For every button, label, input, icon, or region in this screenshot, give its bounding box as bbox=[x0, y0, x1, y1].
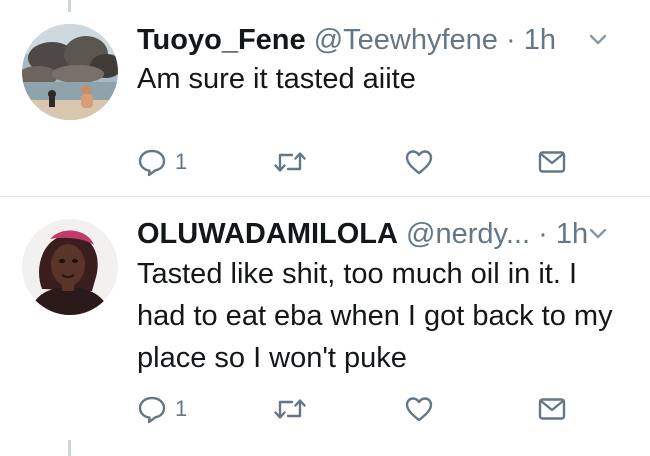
avatar[interactable] bbox=[22, 219, 118, 315]
reply-button[interactable]: 1 bbox=[137, 142, 187, 182]
tweet[interactable]: Tuoyo_Fene @Teewhyfene · 1h Am sure it t… bbox=[0, 0, 650, 196]
retweet-button[interactable] bbox=[274, 142, 306, 182]
avatar-photo-rocks-beach-icon bbox=[22, 24, 118, 120]
timestamp[interactable]: 1h bbox=[524, 24, 556, 56]
tweet-header: Tuoyo_Fene @Teewhyfene · 1h bbox=[137, 22, 630, 58]
display-name[interactable]: Tuoyo_Fene bbox=[137, 24, 306, 56]
heart-icon bbox=[405, 397, 433, 422]
heart-icon bbox=[405, 150, 433, 175]
reply-count: 1 bbox=[175, 149, 188, 174]
timestamp[interactable]: 1h bbox=[556, 218, 588, 250]
direct-message-button[interactable] bbox=[538, 389, 566, 429]
like-button[interactable] bbox=[404, 389, 434, 429]
envelope-icon bbox=[538, 151, 566, 173]
avatar[interactable] bbox=[22, 24, 118, 120]
reply-icon bbox=[138, 149, 166, 177]
retweet-icon bbox=[274, 152, 306, 172]
like-button[interactable] bbox=[404, 142, 434, 182]
chevron-down-icon[interactable] bbox=[588, 224, 608, 244]
separator-dot: · bbox=[506, 24, 516, 56]
tweet-actions: 1 bbox=[0, 389, 650, 429]
direct-message-button[interactable] bbox=[538, 142, 566, 182]
reply-icon bbox=[138, 396, 166, 424]
chevron-down-icon[interactable] bbox=[588, 30, 608, 50]
user-handle[interactable]: @Teewhyfene bbox=[314, 24, 498, 56]
tweet-header: OLUWADAMILOLA @nerdy... · 1h bbox=[137, 216, 630, 252]
retweet-icon bbox=[274, 399, 306, 419]
reply-button[interactable]: 1 bbox=[137, 389, 187, 429]
display-name[interactable]: OLUWADAMILOLA bbox=[137, 218, 398, 250]
tweet-actions: 1 bbox=[0, 142, 650, 182]
tweet-text: Tasted like shit, too much oil in it. I … bbox=[137, 258, 613, 374]
retweet-button[interactable] bbox=[274, 389, 306, 429]
thread-line-bottom bbox=[68, 440, 71, 456]
tweet-text: Am sure it tasted aiite bbox=[137, 63, 416, 95]
tweet[interactable]: OLUWADAMILOLA @nerdy... · 1h Tasted like… bbox=[0, 197, 650, 456]
user-handle[interactable]: @nerdy... bbox=[406, 218, 530, 250]
separator-dot: · bbox=[538, 218, 548, 250]
reply-count: 1 bbox=[175, 396, 188, 421]
envelope-icon bbox=[538, 398, 566, 420]
avatar-photo-person-icon bbox=[22, 219, 118, 315]
